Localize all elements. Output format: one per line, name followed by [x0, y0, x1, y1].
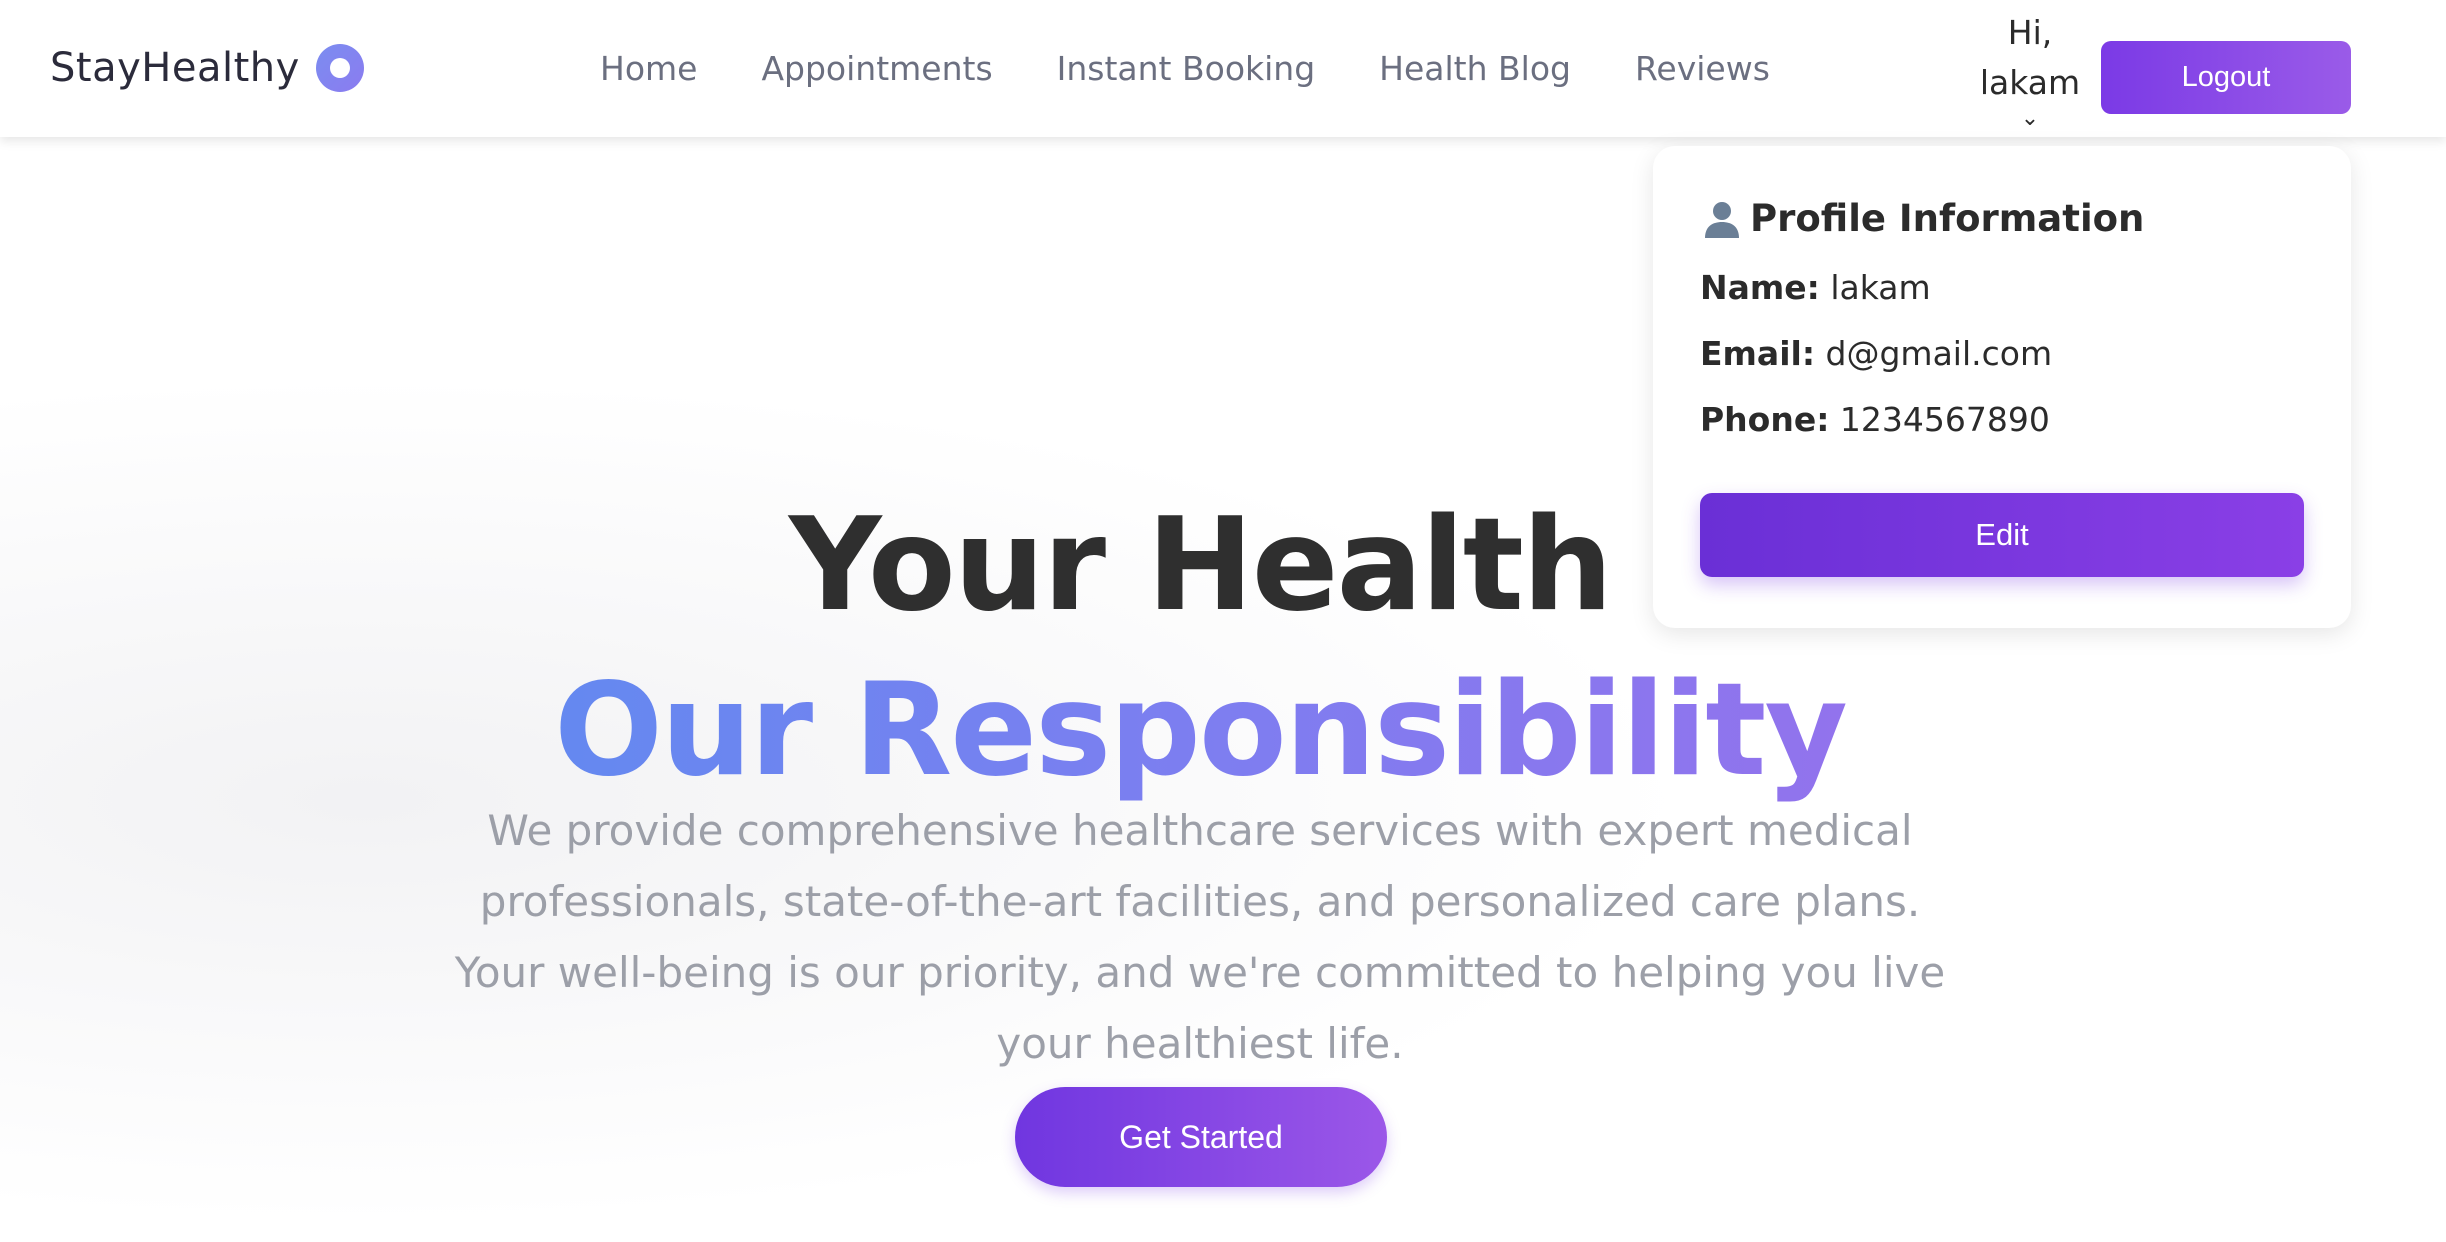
profile-email-row: Email: d@gmail.com [1700, 334, 2052, 373]
get-started-button[interactable]: Get Started [1015, 1087, 1387, 1187]
nav-link-instant-booking[interactable]: Instant Booking [1057, 49, 1316, 88]
profile-phone-row: Phone: 1234567890 [1700, 400, 2050, 439]
brand[interactable]: StayHealthy [50, 40, 364, 96]
nav-link-reviews[interactable]: Reviews [1635, 49, 1770, 88]
profile-heading-text: Profile Information [1750, 196, 2145, 240]
nav-link-home[interactable]: Home [600, 49, 697, 88]
main-nav: Home Appointments Instant Booking Health… [600, 40, 1770, 96]
hero-title-line2: Our Responsibility [0, 656, 2400, 805]
greeting-text: Hi, [2007, 12, 2053, 52]
chevron-down-icon: ⌄ [2020, 105, 2040, 131]
name-label: Name: [1700, 268, 1820, 307]
name-value: lakam [1830, 268, 1931, 307]
profile-heading: Profile Information [1700, 196, 2144, 240]
phone-value: 1234567890 [1839, 400, 2050, 439]
profile-name-row: Name: lakam [1700, 268, 1931, 307]
username-text: lakam [1979, 62, 2081, 102]
hero-subtitle: We provide comprehensive healthcare serv… [454, 806, 1946, 1068]
email-label: Email: [1700, 334, 1816, 373]
user-icon [1705, 202, 1739, 238]
nav-link-health-blog[interactable]: Health Blog [1379, 49, 1571, 88]
email-value: d@gmail.com [1825, 334, 2053, 373]
user-menu-toggle[interactable]: Hi, lakam ⌄ [1960, 0, 2100, 137]
brand-name: StayHealthy [50, 45, 300, 91]
nav-link-appointments[interactable]: Appointments [761, 49, 992, 88]
profile-dropdown: Profile Information Name: lakam Email: d… [1653, 146, 2351, 628]
navbar: StayHealthy Home Appointments Instant Bo… [0, 0, 2446, 137]
ring-logo-icon [315, 44, 364, 92]
phone-label: Phone: [1700, 400, 1830, 439]
logout-button[interactable]: Logout [2101, 41, 2351, 114]
edit-profile-button[interactable]: Edit [1700, 493, 2304, 577]
